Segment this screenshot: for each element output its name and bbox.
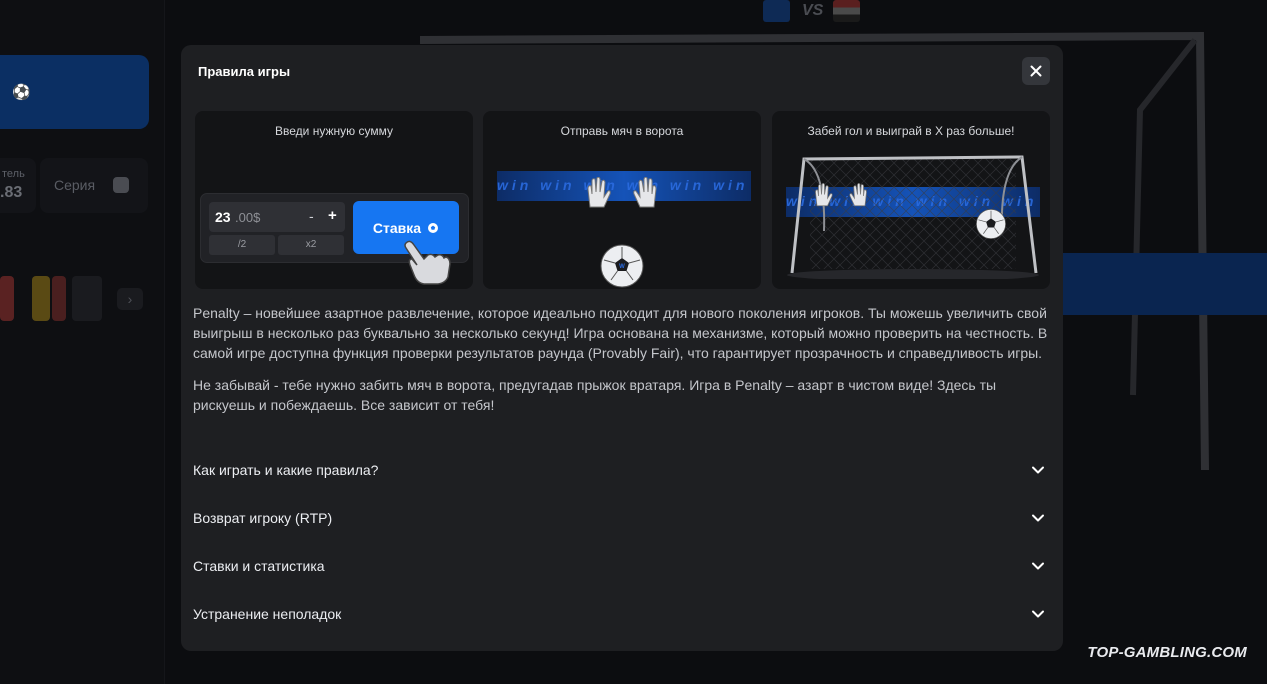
flag-icon bbox=[72, 276, 102, 321]
soccer-ball-icon bbox=[976, 209, 1006, 239]
faq-item-troubleshooting[interactable]: Устранение неполадок bbox=[193, 590, 1045, 638]
background-win-banner bbox=[1060, 253, 1267, 315]
minus-icon: - bbox=[309, 208, 314, 224]
goalkeeper-gloves-icon bbox=[587, 177, 657, 208]
faq-question: Ставки и статистика bbox=[193, 558, 325, 574]
faq-accordion: Как играть и какие правила? Возврат игро… bbox=[193, 446, 1045, 638]
flag-icon bbox=[32, 276, 50, 321]
chevron-down-icon bbox=[1032, 466, 1044, 474]
vs-label: VS bbox=[802, 2, 824, 19]
soccer-ball-icon: W bbox=[600, 244, 644, 288]
chevron-down-icon bbox=[1032, 610, 1044, 618]
close-icon bbox=[1030, 65, 1042, 77]
series-checkbox bbox=[113, 177, 129, 193]
description-paragraph: Не забывай - тебе нужно забить мяч в вор… bbox=[193, 377, 997, 413]
bg-multiplier-stat: тель .83 bbox=[0, 158, 36, 213]
step-title: Введи нужную сумму bbox=[275, 124, 393, 138]
step-card-score-goal: Забей гол и выиграй в Х раз больше! win … bbox=[772, 111, 1050, 289]
bg-series-toggle: Серия bbox=[40, 158, 148, 213]
amount-integer: 23 bbox=[215, 209, 231, 225]
chevron-down-icon bbox=[1032, 562, 1044, 570]
stake-label: Ставка bbox=[372, 219, 422, 236]
step-card-enter-amount: Введи нужную сумму 23 .00$ - + /2 x2 Ста… bbox=[195, 111, 473, 289]
amount-field: 23 .00$ - + bbox=[209, 202, 345, 232]
faq-item-rtp[interactable]: Возврат игроку (RTP) bbox=[193, 494, 1045, 542]
how-to-play-steps: Введи нужную сумму 23 .00$ - + /2 x2 Ста… bbox=[195, 111, 1050, 289]
modal-title: Правила игры bbox=[198, 64, 291, 79]
faq-question: Возврат игроку (RTP) bbox=[193, 510, 333, 526]
half-button: /2 bbox=[209, 235, 275, 255]
team-flag-icon bbox=[763, 0, 790, 22]
ball-icon: ⚽ bbox=[12, 84, 31, 101]
flag-icon bbox=[0, 276, 14, 321]
close-button[interactable] bbox=[1022, 57, 1050, 85]
chevron-right-icon: › bbox=[117, 288, 143, 310]
amount-decimal: .00$ bbox=[235, 210, 261, 225]
stat-value: .83 bbox=[0, 184, 23, 201]
plus-icon: + bbox=[328, 207, 337, 224]
step-title: Забей гол и выиграй в Х раз больше! bbox=[807, 124, 1015, 138]
faq-question: Устранение неполадок bbox=[193, 606, 342, 622]
game-description: Penalty – новейшее азартное развлечение,… bbox=[193, 303, 1053, 427]
chevron-down-icon bbox=[1032, 514, 1044, 522]
faq-item-how-to-play[interactable]: Как играть и какие правила? bbox=[193, 446, 1045, 494]
watermark: TOP-GAMBLING.COM bbox=[1087, 644, 1247, 661]
step-card-kick-ball: Отправь мяч в ворота win win win win win… bbox=[483, 111, 761, 289]
faq-item-bets-stats[interactable]: Ставки и статистика bbox=[193, 542, 1045, 590]
series-label: Серия bbox=[54, 177, 96, 193]
bg-match-header: VS bbox=[763, 0, 863, 24]
svg-text:W: W bbox=[619, 264, 625, 270]
team-flag-icon bbox=[833, 0, 860, 22]
stat-label: тель bbox=[2, 168, 25, 180]
description-paragraph: Penalty – новейшее азартное развлечение,… bbox=[193, 305, 1048, 361]
faq-question: Как играть и какие правила? bbox=[193, 462, 379, 478]
step-title: Отправь мяч в ворота bbox=[560, 124, 684, 138]
hand-pointer-icon bbox=[404, 240, 451, 285]
flag-icon bbox=[52, 276, 66, 321]
bg-bet-card: ⚽ bbox=[0, 55, 149, 129]
goalkeeper-gloves-icon bbox=[815, 183, 867, 207]
rules-modal: Правила игры Введи нужную сумму 23 .00$ … bbox=[181, 45, 1063, 651]
ball-icon bbox=[428, 222, 439, 233]
double-button: x2 bbox=[278, 235, 344, 255]
